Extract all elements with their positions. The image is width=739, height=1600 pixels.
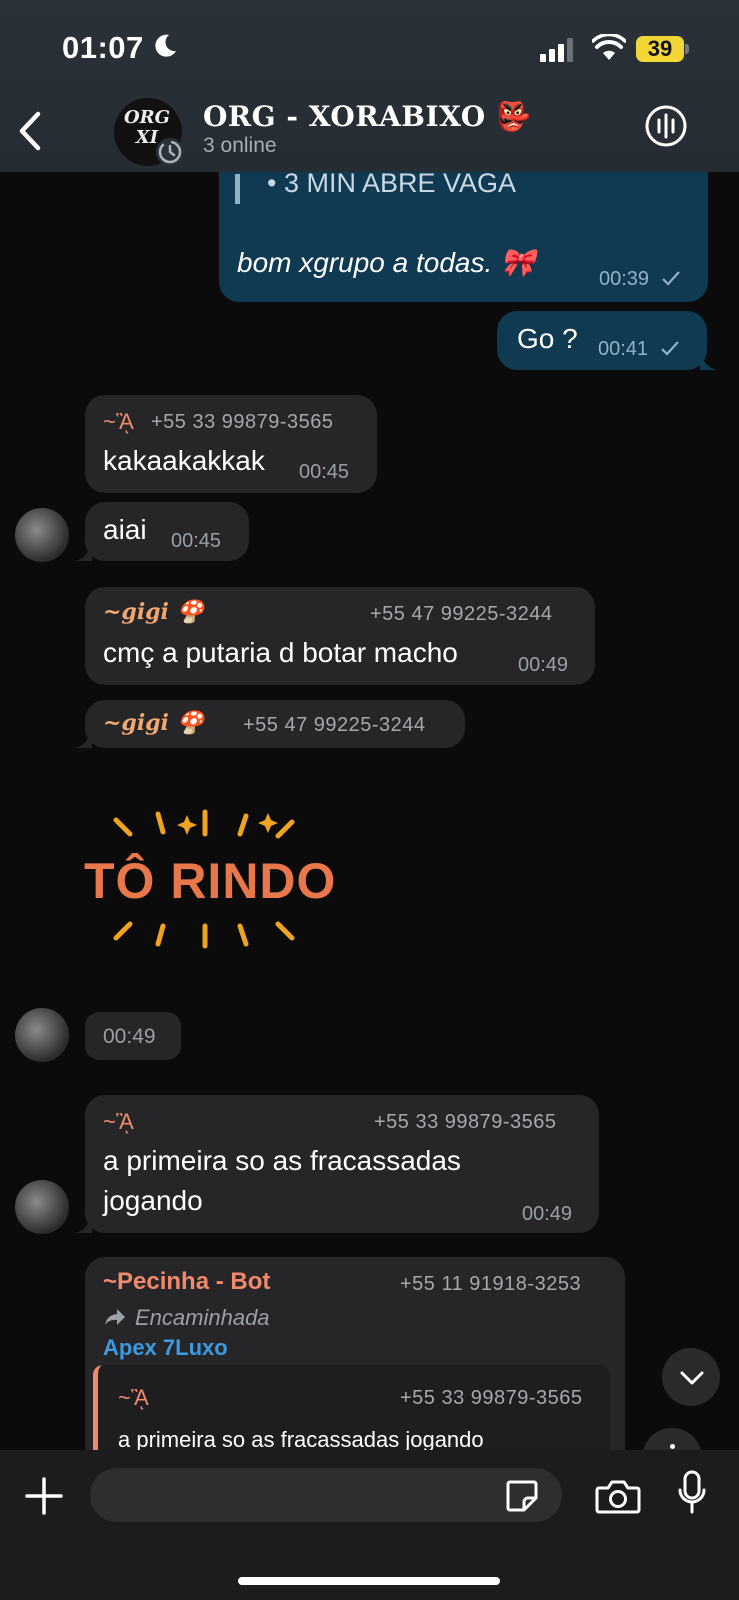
message-text: bom xgrupo a todas. 🎀 <box>237 247 535 278</box>
message-sender: ~Pecinha - Bot <box>103 1268 271 1295</box>
bubble-tail <box>700 350 718 370</box>
sender-avatar[interactable] <box>15 508 69 562</box>
battery-level: 39 <box>636 36 684 62</box>
message-time: 00:49 <box>522 1203 573 1225</box>
message-text-line1: a primeira so as fracassadas <box>103 1145 461 1176</box>
incoming-message[interactable]: ~ᾋ +55 33 99879-3565 kakaakakkak 00:45 <box>85 395 377 493</box>
check-icon <box>662 271 680 286</box>
moon-icon <box>155 34 176 57</box>
message-sender: ~𝒈𝒊𝒈𝒊 🍄 <box>103 599 204 625</box>
back-icon[interactable] <box>14 108 46 154</box>
group-title[interactable]: ORG - XORABIXO 👺 <box>203 100 531 133</box>
status-time: 01:07 <box>62 30 144 65</box>
quoted-phone: +55 33 99879-3565 <box>400 1387 583 1409</box>
message-time: 00:49 <box>103 1025 156 1048</box>
incoming-message[interactable]: ~ᾋ +55 33 99879-3565 a primeira so as fr… <box>85 1095 599 1233</box>
disappearing-timer-icon <box>156 138 184 166</box>
wifi-icon <box>592 34 626 60</box>
bubble-tail <box>74 541 92 561</box>
message-sender: ~𝒈𝒊𝒈𝒊 🍄 <box>103 710 204 736</box>
voice-chat-icon[interactable] <box>644 104 688 148</box>
plus-icon[interactable] <box>24 1476 64 1516</box>
bubble-tail <box>74 728 92 748</box>
chat-header: 01:07 39 ORG XI ORG - XORABIXO 👺 3 onlin… <box>0 0 739 172</box>
message-time: 00:39 <box>599 268 650 290</box>
forward-origin[interactable]: Apex 7Luxo <box>103 1335 228 1361</box>
camera-icon[interactable] <box>595 1478 641 1514</box>
battery-tip <box>685 44 689 54</box>
sticker[interactable]: TÔ RINDO <box>80 808 340 950</box>
incoming-message[interactable]: ~𝒈𝒊𝒈𝒊 🍄 +55 47 99225-3244 <box>85 700 465 748</box>
sender-avatar[interactable] <box>15 1008 69 1062</box>
message-quote-line: • 3 MIN ABRE VAGA <box>267 168 517 198</box>
sender-phone[interactable]: +55 11 91918-3253 <box>400 1273 581 1296</box>
sender-phone[interactable]: +55 47 99225-3244 <box>370 603 553 626</box>
forward-icon <box>105 1309 125 1325</box>
message-sender: ~ᾋ <box>103 409 134 434</box>
message-text: aiai <box>103 514 147 545</box>
microphone-icon[interactable] <box>677 1470 707 1516</box>
incoming-message[interactable]: ~𝒈𝒊𝒈𝒊 🍄 +55 47 99225-3244 cmç a putaria … <box>85 587 595 685</box>
chevron-down-icon <box>680 1371 704 1385</box>
message-time: 00:41 <box>598 338 649 360</box>
composer-bar <box>0 1450 739 1600</box>
message-text: kakaakakkak <box>103 445 265 476</box>
sender-phone[interactable]: +55 47 99225-3244 <box>243 714 426 737</box>
incoming-message[interactable]: aiai 00:45 <box>85 502 249 561</box>
message-text: Go ? <box>517 323 578 354</box>
sender-phone[interactable]: +55 33 99879-3565 <box>374 1111 557 1134</box>
sender-avatar[interactable] <box>15 1180 69 1234</box>
message-text: cmç a putaria d botar macho <box>103 637 458 668</box>
message-time: 00:45 <box>171 530 222 552</box>
check-icon <box>661 341 679 356</box>
sender-phone[interactable]: +55 33 99879-3565 <box>151 411 334 434</box>
online-count: 3 online <box>203 134 277 157</box>
message-time: 00:49 <box>518 654 569 676</box>
bubble-tail <box>74 1213 92 1233</box>
quoted-sender: ~ᾋ <box>118 1385 149 1410</box>
message-sender: ~ᾋ <box>103 1109 134 1134</box>
outgoing-message[interactable]: Go ? 00:41 <box>497 311 707 370</box>
message-input[interactable] <box>90 1468 562 1522</box>
forwarded-label: Encaminhada <box>135 1305 270 1330</box>
sticker-text: TÔ RINDO <box>84 853 337 909</box>
sticker-icon[interactable] <box>504 1478 540 1514</box>
incoming-message[interactable]: 00:49 <box>85 1012 181 1060</box>
quote-bar <box>235 174 240 204</box>
message-time: 00:45 <box>299 461 350 483</box>
message-text-line2: jogando <box>103 1185 203 1216</box>
scroll-down-button[interactable] <box>662 1348 720 1406</box>
incoming-message[interactable]: ~Pecinha - Bot +55 11 91918-3253 Encamin… <box>85 1257 625 1477</box>
home-indicator[interactable] <box>238 1577 500 1585</box>
signal-icon <box>540 38 573 62</box>
dot <box>670 1444 675 1449</box>
